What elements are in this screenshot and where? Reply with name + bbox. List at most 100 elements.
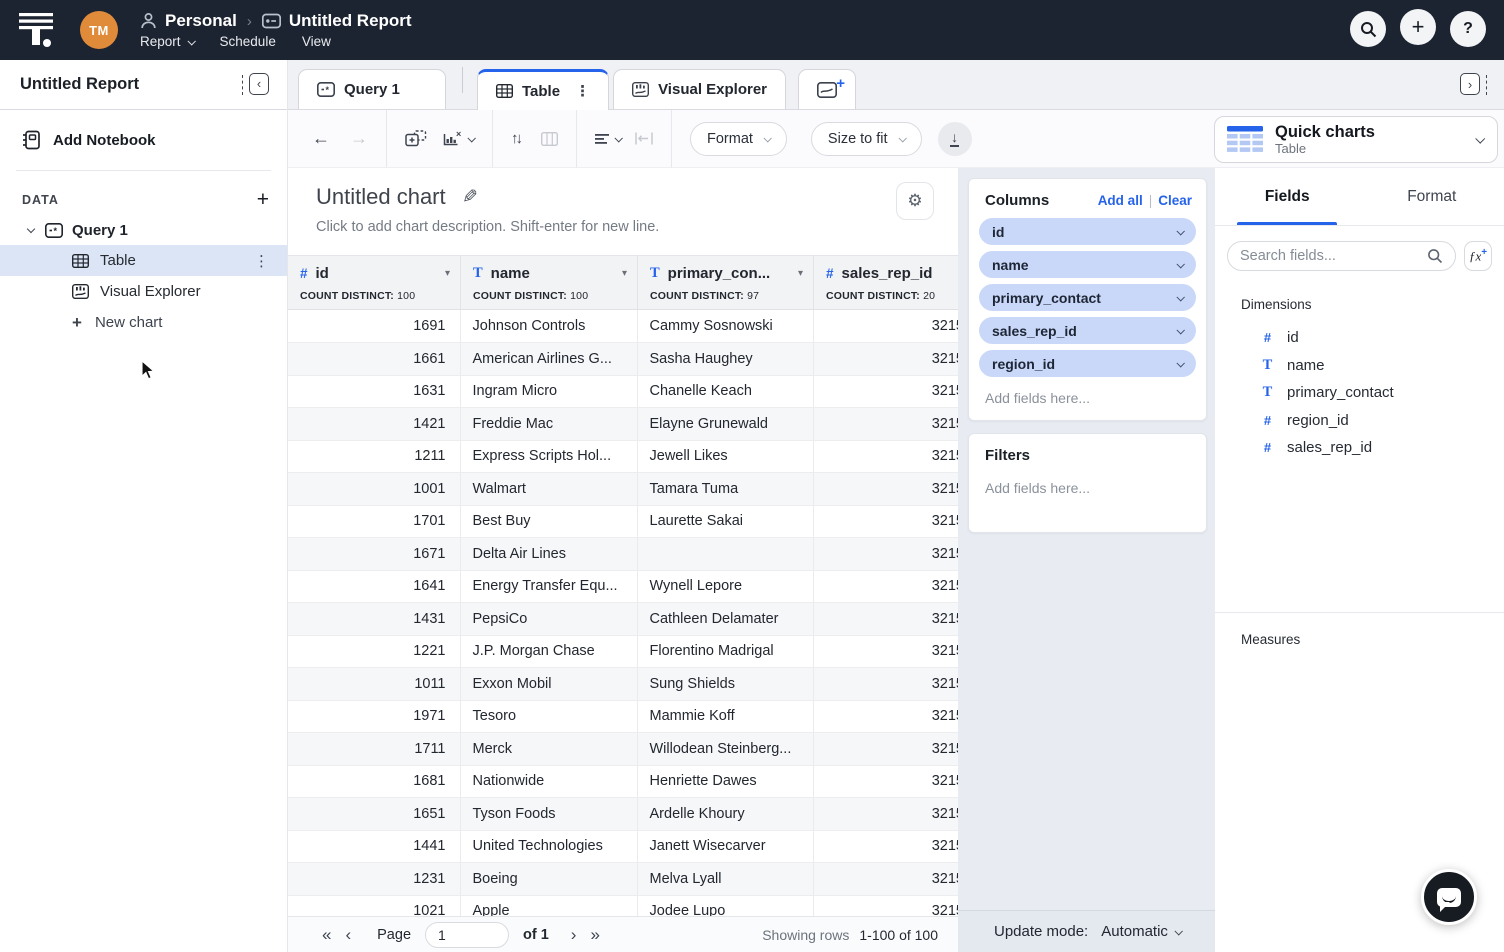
table-row[interactable]: 1671 Delta Air Lines 3215 [288,538,958,571]
search-fields-input[interactable] [1240,248,1427,264]
table-row[interactable]: 1441 United Technologies Janett Wisecarv… [288,830,958,863]
table-row[interactable]: 1651 Tyson Foods Ardelle Khoury 3215 [288,798,958,831]
redo-button[interactable]: → [350,128,368,149]
cell-primary-contact[interactable] [637,538,813,571]
cell-sales-rep-id[interactable]: 3215 [813,668,958,701]
cell-id[interactable]: 1441 [288,830,460,863]
cell-name[interactable]: Delta Air Lines [460,538,637,571]
cell-name[interactable]: Ingram Micro [460,375,637,408]
cell-sales-rep-id[interactable]: 3215 [813,733,958,766]
cell-id[interactable]: 1011 [288,668,460,701]
cell-sales-rep-id[interactable]: 3215 [813,863,958,896]
quick-charts-dropdown[interactable]: Quick charts Table [1214,116,1498,163]
cell-primary-contact[interactable]: Chanelle Keach [637,375,813,408]
cell-id[interactable]: 1691 [288,310,460,343]
undo-button[interactable]: ← [312,128,330,149]
cell-primary-contact[interactable]: Elayne Grunewald [637,408,813,441]
cell-sales-rep-id[interactable]: 3215 [813,408,958,441]
menu-view[interactable]: View [302,34,331,49]
cell-sales-rep-id[interactable]: 3215 [813,440,958,473]
cell-name[interactable]: PepsiCo [460,603,637,636]
cell-id[interactable]: 1661 [288,343,460,376]
cell-sales-rep-id[interactable]: 3215 [813,375,958,408]
cell-id[interactable]: 1671 [288,538,460,571]
add-all-link[interactable]: Add all [1098,193,1143,208]
add-column-button[interactable] [405,130,427,147]
table-row[interactable]: 1211 Express Scripts Hol... Jewell Likes… [288,440,958,473]
cell-sales-rep-id[interactable]: 3215 [813,765,958,798]
cell-primary-contact[interactable]: Sung Shields [637,668,813,701]
tab-format[interactable]: Format [1360,168,1504,225]
cell-name[interactable]: Freddie Mac [460,408,637,441]
cell-primary-contact[interactable]: Janett Wisecarver [637,830,813,863]
cell-name[interactable]: J.P. Morgan Chase [460,635,637,668]
tab-visual-explorer[interactable]: Visual Explorer [613,69,786,109]
cell-primary-contact[interactable]: Ardelle Khoury [637,798,813,831]
kebab-menu-icon[interactable]: ⋮ [254,252,269,270]
remove-column-button[interactable]: × [443,130,474,147]
wrap-text-button[interactable] [635,132,653,145]
avatar[interactable]: TM [80,11,118,49]
column-field-pill[interactable]: name [979,251,1196,278]
sidebar-item-query1[interactable]: * Query 1 [0,216,287,245]
cell-id[interactable]: 1641 [288,570,460,603]
chart-description-placeholder[interactable]: Click to add chart description. Shift-en… [316,219,958,235]
tab-query1[interactable]: * Query 1 [298,69,446,109]
cell-name[interactable]: Boeing [460,863,637,896]
column-field-pill[interactable]: primary_contact [979,284,1196,311]
cell-primary-contact[interactable]: Willodean Steinberg... [637,733,813,766]
clear-link[interactable]: Clear [1158,193,1192,208]
cell-sales-rep-id[interactable]: 3215 [813,635,958,668]
table-row[interactable]: 1971 Tesoro Mammie Koff 3215 [288,700,958,733]
cell-name[interactable]: Nationwide [460,765,637,798]
column-field-pill[interactable]: sales_rep_id [979,317,1196,344]
cell-sales-rep-id[interactable]: 3215 [813,570,958,603]
cell-primary-contact[interactable]: Laurette Sakai [637,505,813,538]
cell-primary-contact[interactable]: Jodee Lupo [637,895,813,916]
column-settings-button[interactable] [541,132,558,146]
table-row[interactable]: 1011 Exxon Mobil Sung Shields 3215 [288,668,958,701]
cell-primary-contact[interactable]: Cammy Sosnowski [637,310,813,343]
cell-name[interactable]: Best Buy [460,505,637,538]
cell-primary-contact[interactable]: Mammie Koff [637,700,813,733]
download-button[interactable]: ↓ [938,122,972,156]
cell-id[interactable]: 1971 [288,700,460,733]
column-field-pill[interactable]: id [979,218,1196,245]
sort-button[interactable]: ↑↓ [511,130,523,147]
table-row[interactable]: 1631 Ingram Micro Chanelle Keach 3215 [288,375,958,408]
chart-title[interactable]: Untitled chart [316,184,446,210]
cell-sales-rep-id[interactable]: 3215 [813,310,958,343]
cell-sales-rep-id[interactable]: 3215 [813,798,958,831]
add-formula-button[interactable]: ƒx+ [1464,241,1492,271]
cell-primary-contact[interactable]: Jewell Likes [637,440,813,473]
cell-id[interactable]: 1221 [288,635,460,668]
add-button[interactable]: + [1400,9,1436,45]
cell-sales-rep-id[interactable]: 3215 [813,830,958,863]
table-row[interactable]: 1421 Freddie Mac Elayne Grunewald 3215 [288,408,958,441]
kebab-menu-icon[interactable]: ⋮ [575,82,590,100]
cell-id[interactable]: 1001 [288,473,460,506]
cell-name[interactable]: Merck [460,733,637,766]
cell-name[interactable]: Tesoro [460,700,637,733]
help-button[interactable]: ? [1450,11,1486,47]
cell-sales-rep-id[interactable]: 3215 [813,473,958,506]
cell-name[interactable]: Apple [460,895,637,916]
breadcrumb-workspace[interactable]: Personal [165,11,237,31]
edit-title-pencil-icon[interactable]: ✎ [462,186,478,209]
column-header-primary-contact[interactable]: T primary_con... ▾ COUNT DISTINCT: 97 [637,256,813,309]
cell-primary-contact[interactable]: Cathleen Delamater [637,603,813,636]
cell-id[interactable]: 1021 [288,895,460,916]
size-to-fit-dropdown[interactable]: Size to fit [811,122,922,156]
page-input[interactable] [425,922,509,948]
table-row[interactable]: 1001 Walmart Tamara Tuma 3215 [288,473,958,506]
cell-sales-rep-id[interactable]: 3215 [813,895,958,916]
cell-primary-contact[interactable]: Wynell Lepore [637,570,813,603]
cell-name[interactable]: Express Scripts Hol... [460,440,637,473]
filters-drop-placeholder[interactable]: Add fields here... [969,473,1206,506]
column-menu-caret[interactable]: ▾ [622,268,627,279]
cell-sales-rep-id[interactable]: 3215 [813,343,958,376]
column-menu-caret[interactable]: ▾ [445,268,450,279]
dimension-field[interactable]: # id [1215,324,1504,352]
column-field-pill[interactable]: region_id [979,350,1196,377]
cell-sales-rep-id[interactable]: 3215 [813,700,958,733]
